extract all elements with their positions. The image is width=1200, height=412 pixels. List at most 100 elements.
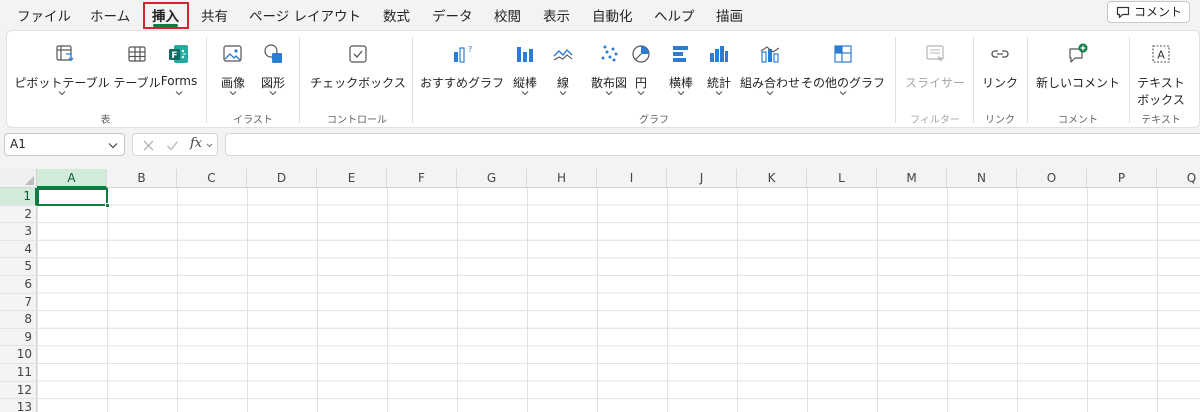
row-header[interactable]: 5	[0, 258, 37, 276]
statistic-chart-icon	[710, 46, 728, 62]
ribbon-separator	[895, 37, 896, 123]
recommended-charts-label: おすすめグラフ	[419, 76, 504, 90]
shapes-label: 図形	[260, 76, 285, 90]
tab-view[interactable]: 表示	[543, 5, 570, 25]
group-label-tables: 表	[100, 115, 111, 126]
row-header[interactable]: 11	[0, 364, 37, 382]
ribbon-insert-panel: ピボットテーブル テーブル F Forms 表 画像 図形 イラスト チェックボ…	[6, 30, 1200, 128]
column-header[interactable]: M	[877, 169, 947, 188]
column-header[interactable]: A	[37, 169, 107, 188]
tab-review[interactable]: 校閲	[494, 5, 521, 25]
tab-data[interactable]: データ	[432, 5, 473, 25]
pivot-table-icon	[56, 45, 74, 62]
column-header[interactable]: L	[807, 169, 877, 188]
chevron-down-icon	[559, 91, 567, 96]
new-comment-icon	[1069, 43, 1088, 63]
chevron-down-icon	[175, 91, 183, 96]
chevron-down-icon	[269, 91, 277, 96]
line-chart-icon	[553, 48, 573, 61]
forms-label: Forms	[160, 74, 198, 88]
svg-text:?: ?	[468, 45, 472, 54]
tab-help[interactable]: ヘルプ	[654, 5, 695, 25]
group-label-filters: フィルター	[910, 115, 960, 126]
recommended-charts-icon: ?	[454, 45, 472, 63]
tab-page-layout[interactable]: ページ レイアウト	[249, 5, 361, 25]
fill-handle[interactable]	[105, 203, 110, 208]
image-label: 画像	[220, 76, 245, 90]
ribbon-separator	[206, 37, 207, 123]
column-header[interactable]: N	[947, 169, 1017, 188]
row-header[interactable]: 4	[0, 240, 37, 259]
row-header[interactable]: 8	[0, 311, 37, 329]
bar-chart-icon	[673, 46, 688, 62]
column-header[interactable]: J	[667, 169, 737, 188]
column-header[interactable]: P	[1087, 169, 1157, 188]
group-label-links: リンク	[985, 115, 1015, 126]
row-header[interactable]: 7	[0, 293, 37, 312]
pie-chart-label: 円	[634, 76, 647, 90]
tab-draw[interactable]: 描画	[716, 5, 743, 25]
table-label: テーブル	[113, 76, 161, 90]
chevron-down-icon	[58, 91, 66, 96]
ribbon-separator	[1027, 37, 1028, 123]
column-header[interactable]: C	[177, 169, 247, 188]
cell-area[interactable]	[37, 188, 1200, 412]
comments-button-label: コメント	[1134, 5, 1183, 19]
cancel-icon[interactable]	[142, 139, 155, 152]
svg-text:A: A	[1157, 49, 1165, 62]
group-label-text: テキスト	[1141, 115, 1181, 126]
scatter-chart-label: 散布図	[590, 76, 627, 90]
name-box[interactable]: A1	[4, 133, 125, 156]
column-chart-label: 縦棒	[512, 76, 537, 90]
column-header[interactable]: G	[457, 169, 527, 188]
chevron-down-icon	[637, 91, 645, 96]
ribbon-separator	[299, 37, 300, 123]
textbox-label-line1: テキスト	[1137, 76, 1185, 90]
textbox-icon: A	[1152, 45, 1170, 63]
column-header[interactable]: K	[737, 169, 807, 188]
tab-home[interactable]: ホーム	[90, 5, 130, 25]
chevron-down-icon	[677, 91, 685, 96]
active-cell-outline	[37, 188, 108, 206]
comments-button[interactable]: コメント	[1107, 1, 1190, 23]
row-header[interactable]: 13	[0, 399, 37, 412]
forms-icon: F	[169, 45, 188, 63]
row-header[interactable]: 3	[0, 223, 37, 241]
table-icon	[128, 46, 146, 62]
slicer-icon	[926, 45, 945, 62]
row-header[interactable]: 2	[0, 205, 37, 224]
formula-input[interactable]	[225, 133, 1200, 156]
formula-controls: fx	[132, 133, 218, 156]
group-label-comments: コメント	[1058, 115, 1098, 126]
tab-share[interactable]: 共有	[201, 5, 228, 25]
column-header[interactable]: Q	[1157, 169, 1200, 188]
column-header[interactable]: D	[247, 169, 317, 188]
ribbon-separator	[412, 37, 413, 123]
tab-automate[interactable]: 自動化	[592, 5, 633, 25]
column-header[interactable]: I	[597, 169, 667, 188]
group-label-illustrations: イラスト	[233, 115, 273, 126]
chevron-down-icon	[766, 91, 774, 96]
column-header[interactable]: B	[107, 169, 177, 188]
column-header[interactable]: E	[317, 169, 387, 188]
row-header[interactable]: 12	[0, 381, 37, 400]
row-header[interactable]: 6	[0, 276, 37, 294]
link-icon	[991, 50, 1009, 58]
row-header[interactable]: 9	[0, 328, 37, 347]
combo-chart-icon	[760, 46, 780, 63]
column-header[interactable]: F	[387, 169, 457, 188]
insert-function-button[interactable]: fx	[190, 136, 202, 151]
column-header[interactable]: H	[527, 169, 597, 188]
spreadsheet-grid: ABCDEFGHIJKLMNOPQ 1 2 3 4 5 6 7 8 9 10 11 12 13	[0, 169, 1200, 412]
tab-formulas[interactable]: 数式	[383, 5, 410, 25]
new-comment-label: 新しいコメント	[1035, 76, 1120, 90]
select-all-button[interactable]	[0, 169, 37, 188]
row-header[interactable]: 10	[0, 346, 37, 364]
column-header[interactable]: O	[1017, 169, 1087, 188]
select-all-triangle-icon	[25, 176, 34, 185]
enter-check-icon[interactable]	[166, 139, 179, 152]
row-header[interactable]: 1	[0, 188, 37, 206]
tab-file[interactable]: ファイル	[17, 5, 71, 25]
chevron-down-icon	[715, 91, 723, 96]
checkbox-label: チェックボックス	[310, 76, 406, 90]
